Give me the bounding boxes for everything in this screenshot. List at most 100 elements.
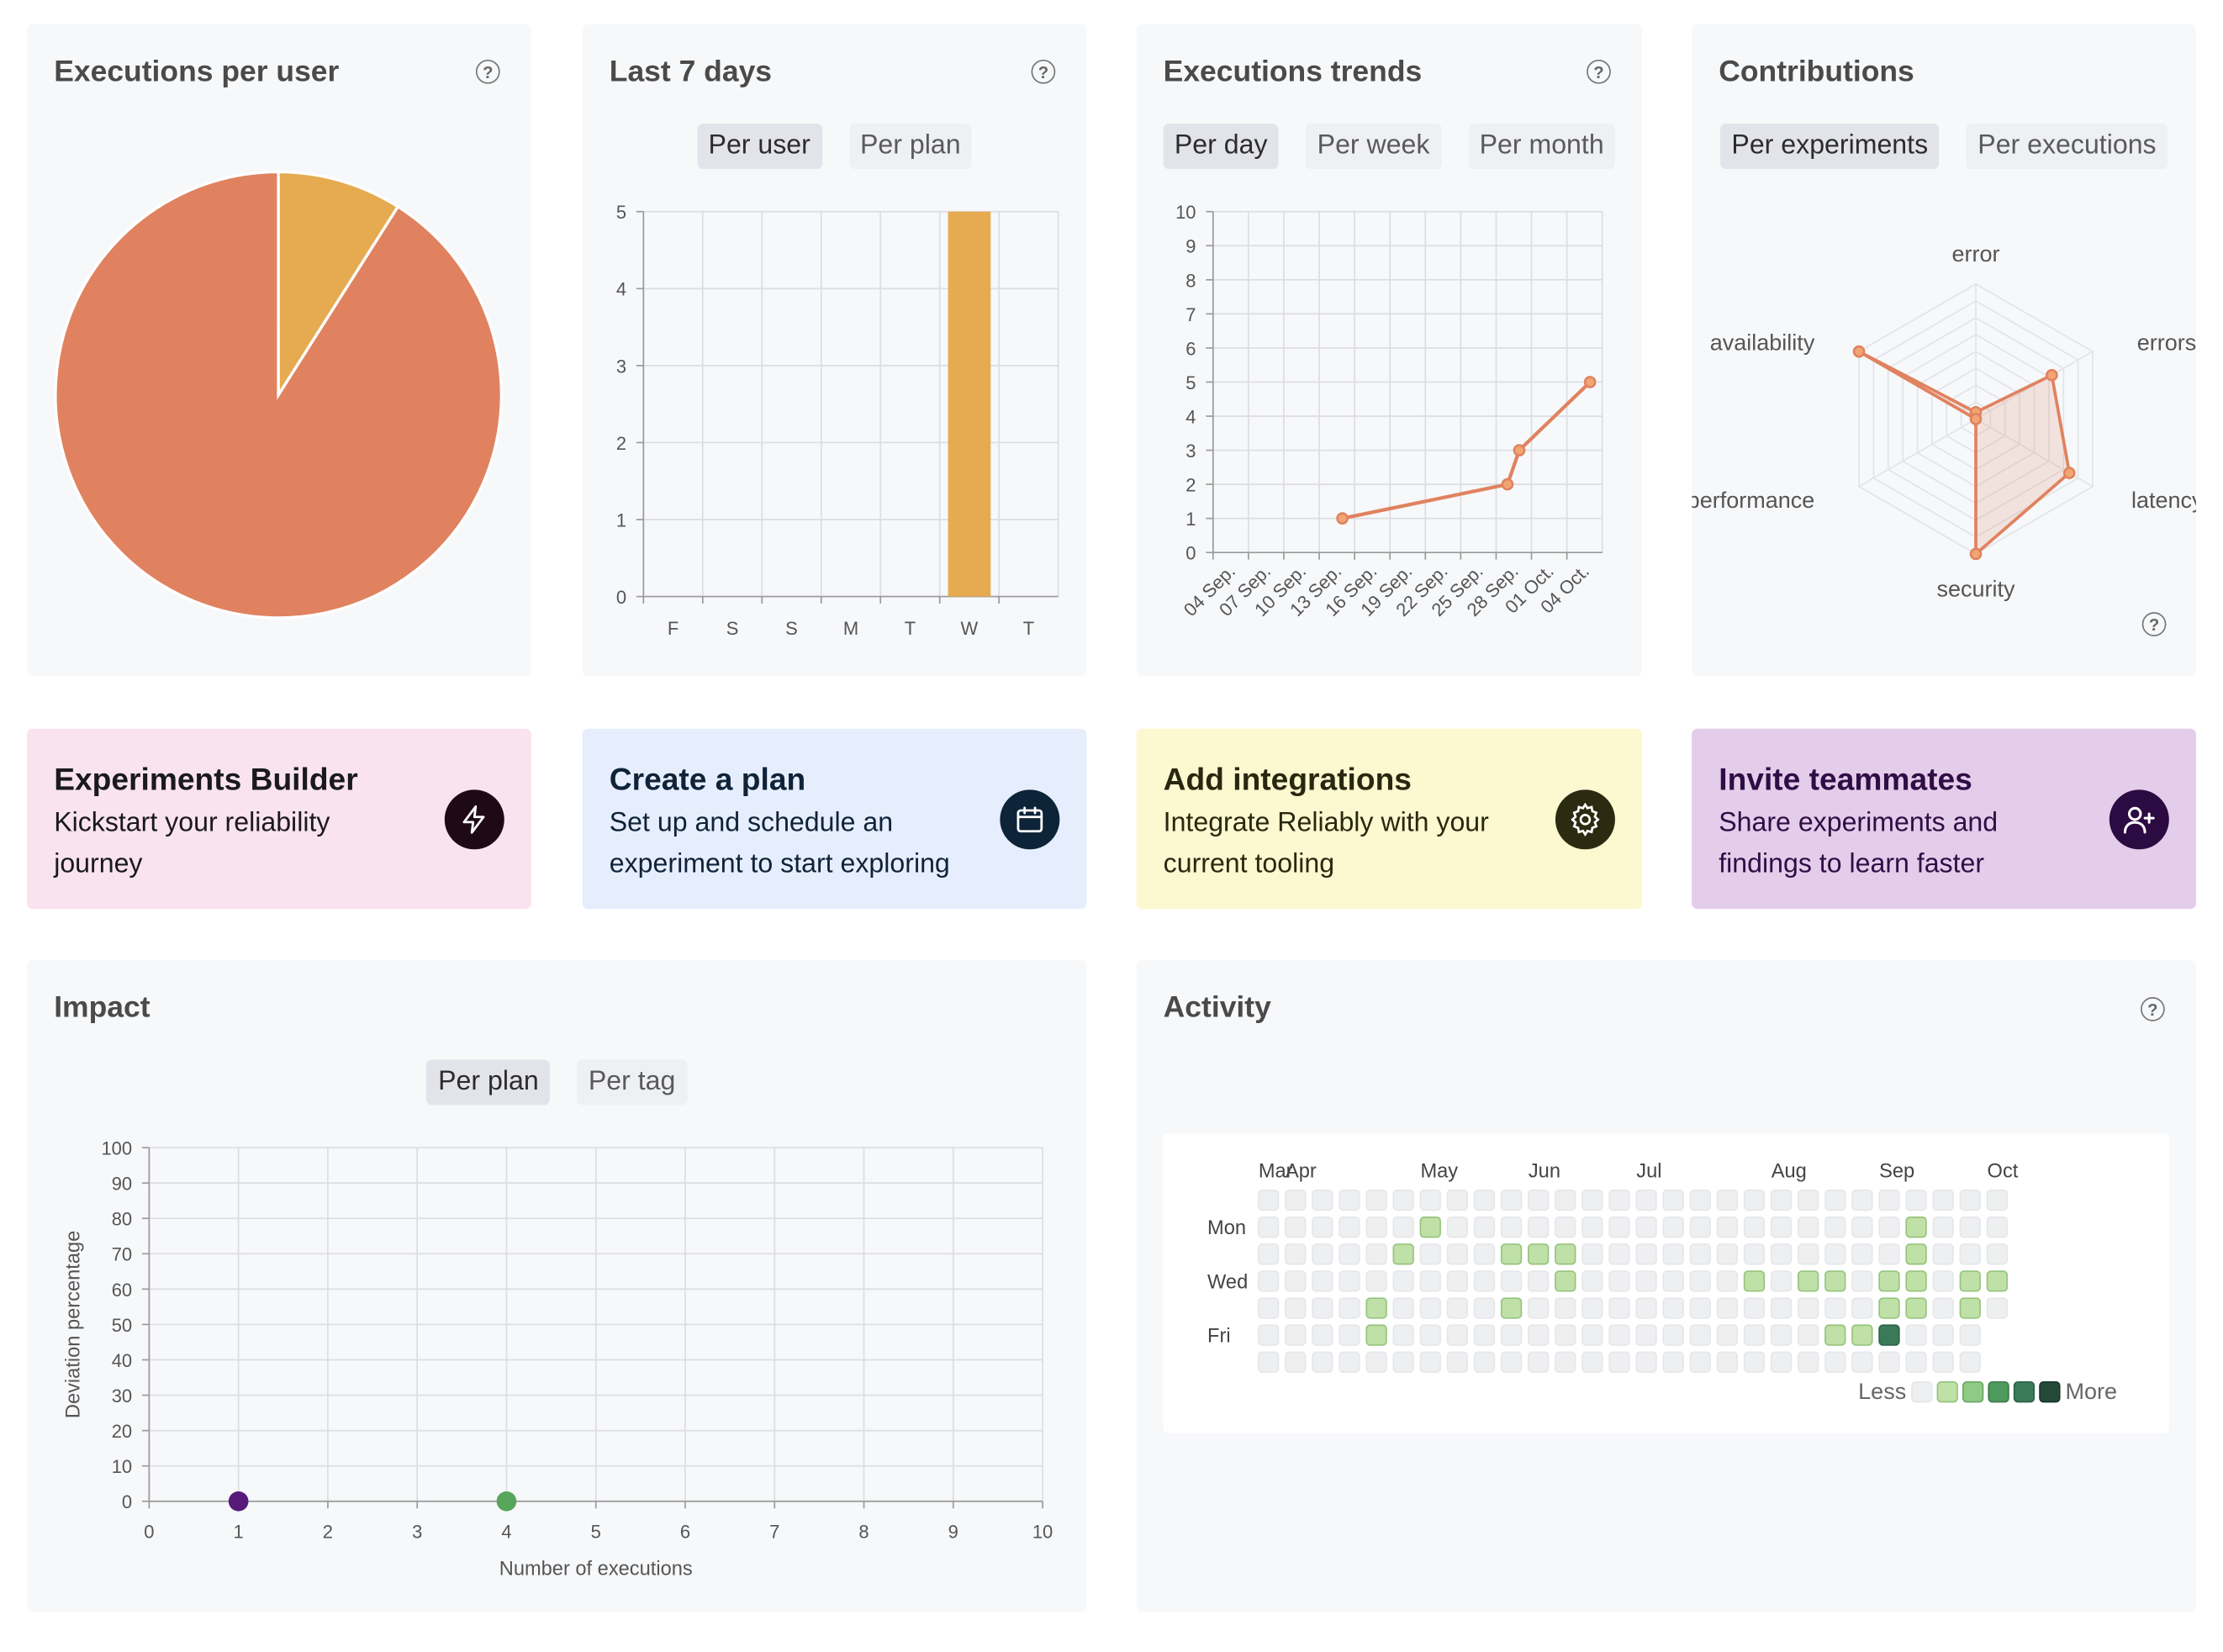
heatmap-cell bbox=[1770, 1270, 1793, 1292]
day-label: Wed bbox=[1207, 1271, 1248, 1293]
heatmap-cell bbox=[1716, 1217, 1739, 1238]
heatmap-cell bbox=[1824, 1217, 1846, 1238]
cta-text: Share experiments and findings to learn … bbox=[1719, 808, 1999, 879]
cta-icon-button[interactable] bbox=[444, 789, 504, 850]
heatmap-cell bbox=[1581, 1217, 1603, 1238]
radar-axis-label: latency bbox=[2131, 488, 2196, 513]
heatmap-cell bbox=[1285, 1270, 1307, 1292]
heatmap-cell bbox=[1339, 1243, 1360, 1265]
heatmap-cell bbox=[1473, 1217, 1496, 1238]
y-tick-label: 80 bbox=[112, 1209, 132, 1230]
heatmap-cell bbox=[1959, 1297, 1981, 1319]
y-tick-label: 90 bbox=[112, 1174, 132, 1195]
heatmap-cell bbox=[1608, 1351, 1630, 1373]
heatmap-cell bbox=[1824, 1324, 1846, 1346]
legend-swatch bbox=[1962, 1380, 1984, 1403]
y-tick-label: 2 bbox=[1185, 475, 1196, 496]
cta-icon-button[interactable] bbox=[1000, 789, 1060, 850]
create-plan-card[interactable]: Create a plan Set up and schedule an exp… bbox=[582, 728, 1087, 910]
heatmap-cell bbox=[1419, 1270, 1441, 1292]
data-point bbox=[1501, 478, 1514, 491]
heatmap-cell bbox=[1365, 1297, 1387, 1319]
x-tick-label: M bbox=[843, 618, 858, 639]
cta-icon-button[interactable] bbox=[1555, 789, 1615, 850]
heatmap-cell bbox=[1824, 1351, 1846, 1373]
heatmap-cell bbox=[1446, 1243, 1469, 1265]
heatmap-cell bbox=[1689, 1297, 1711, 1319]
y-tick-label: 3 bbox=[616, 356, 626, 377]
heatmap-cell bbox=[1555, 1243, 1576, 1265]
heatmap-cell bbox=[1365, 1217, 1387, 1238]
y-tick-label: 60 bbox=[112, 1280, 132, 1301]
heatmap-cell bbox=[1555, 1270, 1576, 1292]
experiments-builder-card[interactable]: Experiments Builder Kickstart your relia… bbox=[27, 728, 531, 910]
y-tick-label: 1 bbox=[1185, 509, 1196, 530]
activity-card: Activity ? Mar Apr May Jun Jul Aug Sep Oct Mon We… bbox=[1136, 960, 2196, 1612]
heatmap-cell bbox=[1500, 1243, 1523, 1265]
x-tick-label: 2 bbox=[323, 1522, 333, 1543]
heatmap-cell bbox=[1258, 1189, 1280, 1211]
heatmap-cell bbox=[1473, 1189, 1496, 1211]
heatmap-cell bbox=[1419, 1297, 1441, 1319]
x-tick-label: 4 bbox=[501, 1522, 511, 1543]
heatmap-cell bbox=[1365, 1270, 1387, 1292]
heatmap-cell bbox=[1932, 1297, 1954, 1319]
heatmap-cell bbox=[1635, 1189, 1657, 1211]
heatmap-cell bbox=[1689, 1189, 1711, 1211]
activity-heatmap: MarApr May Jun Jul Aug Sep OctMonWedFriLess Mor… bbox=[1207, 1161, 2117, 1405]
y-tick-label: 0 bbox=[1185, 543, 1196, 564]
heatmap-cell bbox=[1770, 1351, 1793, 1373]
heatmap-cell bbox=[1312, 1324, 1333, 1346]
x-tick-label: W bbox=[961, 618, 979, 639]
radar-point bbox=[1969, 413, 1983, 425]
heatmap-cell bbox=[1798, 1351, 1819, 1373]
x-tick-label: 5 bbox=[591, 1522, 601, 1543]
add-user-icon bbox=[2123, 806, 2155, 834]
heatmap-cell bbox=[1473, 1243, 1496, 1265]
month-label: Apr bbox=[1286, 1161, 1317, 1183]
heatmap-cell bbox=[1339, 1189, 1360, 1211]
legend-swatch bbox=[1911, 1380, 1933, 1403]
heatmap-cell bbox=[1446, 1270, 1469, 1292]
heatmap-cell bbox=[1581, 1351, 1603, 1373]
invite-teammates-card[interactable]: Invite teammates Share experiments and f… bbox=[1692, 728, 2196, 910]
heatmap-cell bbox=[1798, 1324, 1819, 1346]
heatmap-cell bbox=[1473, 1270, 1496, 1292]
y-tick-label: 10 bbox=[112, 1456, 132, 1477]
heatmap-cell bbox=[1743, 1324, 1766, 1346]
heatmap-cell bbox=[1878, 1270, 1900, 1292]
heatmap-cell bbox=[1312, 1217, 1333, 1238]
month-label: Jul bbox=[1636, 1161, 1661, 1183]
y-tick-label: 3 bbox=[1185, 441, 1196, 462]
x-tick-label: 1 bbox=[234, 1522, 244, 1543]
y-tick-label: 10 bbox=[1175, 202, 1196, 223]
heatmap-cell bbox=[1473, 1324, 1496, 1346]
heatmap-cell bbox=[1555, 1217, 1576, 1238]
heatmap-cell bbox=[1905, 1270, 1927, 1292]
calendar-icon bbox=[1016, 806, 1043, 833]
radar-axis-label: errors bbox=[2137, 330, 2196, 355]
heatmap-cell bbox=[1932, 1217, 1954, 1238]
dashboard: Executions per user ? Last 7 days ? Per … bbox=[0, 0, 2223, 1652]
heatmap-cell bbox=[1392, 1324, 1414, 1346]
heatmap-cell bbox=[1365, 1324, 1387, 1346]
heatmap-cell bbox=[1798, 1243, 1819, 1265]
heatmap-cell bbox=[1581, 1324, 1603, 1346]
heatmap-cell bbox=[1878, 1297, 1900, 1319]
cta-title: Experiments Builder bbox=[54, 761, 358, 797]
heatmap-cell bbox=[1608, 1297, 1630, 1319]
last-7-days-card: Last 7 days ? Per user Per plan 012345FS… bbox=[582, 24, 1087, 677]
x-tick-label: 8 bbox=[858, 1522, 869, 1543]
help-icon[interactable]: ? bbox=[2141, 612, 2167, 636]
executions-trends-card: Executions trends ? Per day Per week Per… bbox=[1136, 24, 1643, 677]
heatmap-cell bbox=[1716, 1270, 1739, 1292]
heatmap-cell bbox=[1824, 1270, 1846, 1292]
heatmap-cell bbox=[1419, 1217, 1441, 1238]
data-point bbox=[1513, 444, 1526, 457]
legend-less-label: Less bbox=[1858, 1379, 1906, 1404]
heatmap-cell bbox=[1392, 1189, 1414, 1211]
y-tick-label: 4 bbox=[1185, 406, 1196, 427]
cta-icon-button[interactable] bbox=[2109, 789, 2169, 850]
add-integrations-card[interactable]: Add integrations Integrate Reliably with… bbox=[1136, 728, 1643, 910]
y-tick-label: 40 bbox=[112, 1350, 132, 1371]
